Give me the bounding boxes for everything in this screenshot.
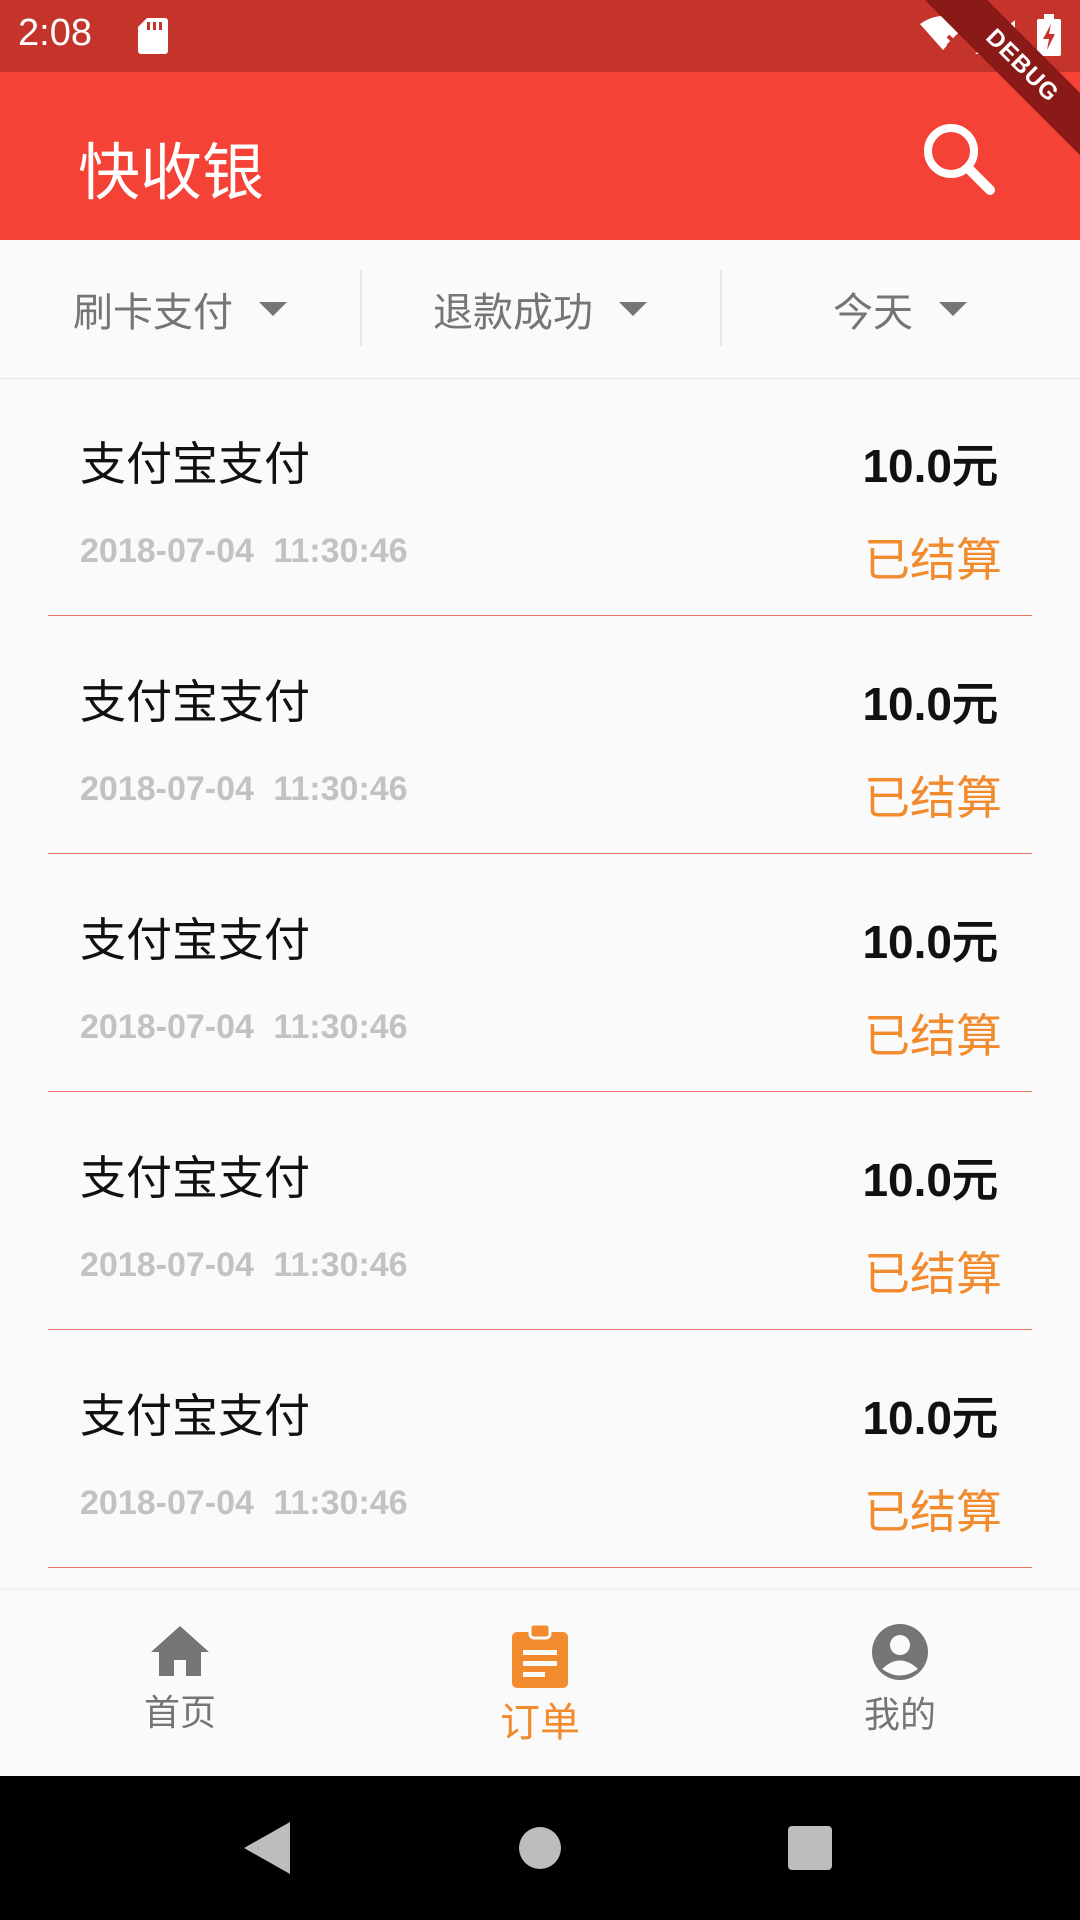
filter-label: 今天 <box>833 290 913 336</box>
order-type: 支付宝支付 <box>80 1389 310 1443</box>
nav-item-orders[interactable]: 订单 <box>360 1590 720 1776</box>
wifi-icon <box>920 16 966 50</box>
dropdown-arrow-icon <box>619 302 647 316</box>
clipboard-icon <box>512 1624 568 1688</box>
nav-item-label: 订单 <box>500 1700 580 1746</box>
filter-payment-method[interactable]: 刷卡支付 <box>0 240 360 378</box>
filter-label: 刷卡支付 <box>73 290 233 336</box>
back-icon[interactable] <box>244 1822 290 1874</box>
nav-item-profile[interactable]: 我的 <box>720 1590 1080 1776</box>
order-list-item[interactable]: 支付宝支付 10.0元 2018-07-04 11:30:46 已结算 <box>48 1330 1032 1568</box>
filter-bar: 刷卡支付 退款成功 今天 <box>0 240 1080 379</box>
recents-icon[interactable] <box>788 1826 832 1870</box>
order-type: 支付宝支付 <box>80 1151 310 1205</box>
order-datetime: 2018-07-04 11:30:46 <box>80 1008 408 1046</box>
order-status: 已结算 <box>864 1009 1002 1063</box>
order-status: 已结算 <box>864 771 1002 825</box>
home-button-icon[interactable] <box>518 1826 562 1870</box>
order-datetime: 2018-07-04 11:30:46 <box>80 532 408 570</box>
order-type: 支付宝支付 <box>80 675 310 729</box>
order-datetime: 2018-07-04 11:30:46 <box>80 770 408 808</box>
order-amount: 10.0元 <box>862 1392 998 1444</box>
nav-item-label: 首页 <box>143 1693 216 1734</box>
order-amount: 10.0元 <box>862 1154 998 1206</box>
order-type: 支付宝支付 <box>80 913 310 967</box>
status-bar: 2:08 <box>0 0 1080 72</box>
dropdown-arrow-icon <box>939 302 967 316</box>
order-amount: 10.0元 <box>862 916 998 968</box>
home-icon <box>151 1626 209 1676</box>
dropdown-arrow-icon <box>259 302 287 316</box>
order-datetime: 2018-07-04 11:30:46 <box>80 1484 408 1522</box>
status-time: 2:08 <box>18 12 92 54</box>
order-amount: 10.0元 <box>862 678 998 730</box>
filter-status[interactable]: 退款成功 <box>360 240 720 378</box>
order-list-item[interactable]: 支付宝支付 10.0元 2018-07-04 11:30:46 已结算 <box>48 854 1032 1092</box>
app-title: 快收银 <box>78 136 265 209</box>
filter-label: 退款成功 <box>433 290 593 336</box>
order-list-item[interactable]: 支付宝支付 10.0元 2018-07-04 11:30:46 已结算 <box>48 1092 1032 1330</box>
nav-item-label: 我的 <box>863 1695 936 1736</box>
bottom-navigation: 首页 订单 我的 <box>0 1590 1080 1776</box>
system-navigation-bar <box>0 1776 1080 1920</box>
order-status: 已结算 <box>864 1485 1002 1539</box>
order-amount: 10.0元 <box>862 440 998 492</box>
battery-charging-icon <box>1037 14 1061 56</box>
order-status: 已结算 <box>864 1247 1002 1301</box>
order-list-item[interactable]: 支付宝支付 10.0元 2018-07-04 11:30:46 已结算 <box>48 378 1032 616</box>
order-datetime: 2018-07-04 11:30:46 <box>80 1246 408 1284</box>
order-type: 支付宝支付 <box>80 437 310 491</box>
search-icon[interactable] <box>920 120 996 196</box>
nav-item-home[interactable]: 首页 <box>0 1590 360 1776</box>
order-list-item[interactable]: 支付宝支付 10.0元 2018-07-04 11:30:46 已结算 <box>48 616 1032 854</box>
signal-icon <box>975 20 1015 54</box>
order-status: 已结算 <box>864 533 1002 587</box>
order-list: 支付宝支付 10.0元 2018-07-04 11:30:46 已结算 支付宝支… <box>0 378 1080 1568</box>
sd-card-icon <box>138 18 168 54</box>
account-icon <box>872 1624 928 1680</box>
filter-date[interactable]: 今天 <box>720 240 1080 378</box>
app-bar: 快收银 <box>0 72 1080 240</box>
